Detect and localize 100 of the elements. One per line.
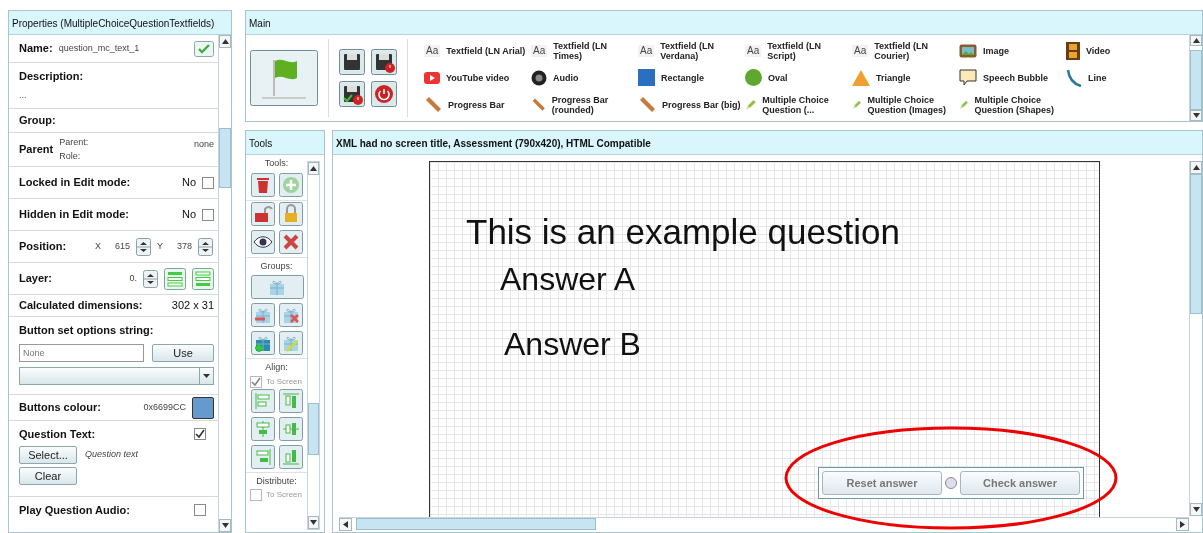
palette-item[interactable]: Multiple Choice Question (Images): [850, 91, 957, 118]
parent-label: Parent:: [59, 136, 90, 149]
panel-title: Tools: [246, 131, 324, 155]
answer-text: Answer A: [500, 263, 636, 295]
align-top-icon[interactable]: [278, 388, 303, 413]
palette-item[interactable]: Line: [1064, 64, 1171, 91]
padlock-icon[interactable]: [250, 201, 275, 226]
question-text: This is an example question: [466, 214, 900, 249]
left-arrow-icon[interactable]: [343, 521, 348, 528]
section-label: Groups:: [259, 259, 294, 273]
up-arrow-icon[interactable]: [310, 166, 317, 171]
palette-item[interactable]: Progress Bar (big): [636, 91, 743, 118]
scrollbar-thumb[interactable]: [308, 403, 319, 455]
checkbox[interactable]: [202, 208, 214, 221]
palette-item[interactable]: Speech Bubble: [957, 64, 1064, 91]
checkbox[interactable]: [194, 428, 206, 441]
send-backward-icon[interactable]: [192, 267, 214, 290]
select-button[interactable]: Select...: [19, 445, 77, 464]
parent-value: none: [193, 138, 214, 151]
caret-icon[interactable]: [203, 373, 210, 378]
spinner-icon[interactable]: [136, 237, 152, 256]
scrollbar-thumb[interactable]: [219, 128, 231, 188]
colour-swatch[interactable]: [192, 396, 214, 419]
textfield-icon: Aa: [852, 44, 869, 57]
save-check-close-icon[interactable]: [339, 81, 365, 107]
field-label: Calculated dimensions:: [19, 298, 144, 314]
up-arrow-icon[interactable]: [221, 39, 229, 44]
field-value: No: [181, 207, 196, 223]
palette-item[interactable]: Aa Textfield (LN Arial): [422, 37, 529, 64]
eye-icon[interactable]: [250, 229, 275, 254]
gift-pencil-icon[interactable]: [278, 331, 303, 355]
checkbox[interactable]: [194, 504, 206, 516]
scrollbar-thumb[interactable]: [1190, 174, 1202, 314]
field-label: Locked in Edit mode:: [19, 175, 132, 191]
align-right-icon[interactable]: [250, 444, 275, 469]
confirm-check-icon[interactable]: [194, 40, 214, 57]
down-arrow-icon[interactable]: [310, 520, 317, 525]
scrollbar-thumb[interactable]: [356, 518, 596, 530]
plus-icon[interactable]: [278, 172, 303, 197]
gift-minus-icon[interactable]: [250, 303, 275, 327]
scrollbar[interactable]: [1189, 35, 1202, 121]
clear-button[interactable]: Clear: [19, 466, 77, 485]
gift-plus-icon[interactable]: [250, 331, 275, 355]
down-arrow-icon[interactable]: [1192, 113, 1200, 118]
field-label: Layer:: [19, 271, 54, 287]
save-icon[interactable]: [339, 49, 365, 75]
field-label: Button set options string:: [19, 323, 155, 338]
palette-item[interactable]: Audio: [529, 64, 636, 91]
power-icon[interactable]: [371, 81, 397, 107]
y-label: Y: [157, 239, 164, 253]
dropdown-field[interactable]: [19, 366, 214, 385]
palette-item[interactable]: Image: [957, 37, 1064, 64]
palette-item[interactable]: YouTube video: [422, 64, 529, 91]
gift-icon[interactable]: [250, 275, 304, 299]
palette-item[interactable]: Multiple Choice Question (...: [743, 91, 850, 118]
up-arrow-icon[interactable]: [1192, 165, 1200, 170]
checkbox[interactable]: [202, 176, 214, 189]
align-left-icon[interactable]: [250, 388, 275, 413]
gift-cross-icon[interactable]: [278, 303, 303, 327]
down-arrow-icon[interactable]: [221, 523, 229, 528]
cross-icon[interactable]: [278, 229, 303, 254]
spinner-icon[interactable]: [198, 237, 214, 256]
scrollbar[interactable]: [1189, 161, 1202, 516]
trash-icon[interactable]: [250, 172, 275, 197]
save-close-icon[interactable]: [371, 49, 397, 75]
textfield-icon: Aa: [745, 44, 762, 57]
scrollbar-thumb[interactable]: [1190, 50, 1202, 110]
picture-icon: [959, 43, 977, 58]
options-input[interactable]: None: [19, 343, 144, 362]
align-middle-icon[interactable]: [278, 416, 303, 441]
bring-forward-icon[interactable]: [164, 267, 186, 290]
curve-icon: [1066, 68, 1082, 87]
flag-icon[interactable]: [250, 50, 318, 106]
palette-item[interactable]: Progress Bar (rounded): [529, 91, 636, 118]
reset-answer-button[interactable]: Reset answer: [822, 471, 942, 495]
checkbox[interactable]: [250, 375, 262, 388]
use-button[interactable]: Use: [152, 343, 214, 362]
textfield-icon: Aa: [531, 44, 548, 57]
check-answer-button[interactable]: Check answer: [960, 471, 1080, 495]
palette-item[interactable]: Video: [1064, 37, 1171, 64]
checkbox[interactable]: [250, 489, 262, 501]
palette-item[interactable]: Oval: [743, 64, 850, 91]
textfield-icon: Aa: [424, 44, 441, 57]
down-arrow-icon[interactable]: [1192, 507, 1200, 512]
palette-item[interactable]: Multiple Choice Question (Shapes): [957, 91, 1064, 118]
scrollbar[interactable]: [307, 161, 320, 530]
align-center-icon[interactable]: [250, 416, 275, 441]
up-arrow-icon[interactable]: [1192, 38, 1200, 43]
palette-item[interactable]: Triangle: [850, 64, 957, 91]
radio-icon: [945, 477, 957, 489]
scrollbar[interactable]: [218, 35, 231, 532]
right-arrow-icon[interactable]: [1180, 521, 1185, 528]
palette-item[interactable]: Rectangle: [636, 64, 743, 91]
palette-item[interactable]: Progress Bar: [422, 91, 529, 118]
align-bottom-icon[interactable]: [278, 444, 303, 469]
spinner-icon[interactable]: [143, 269, 158, 288]
rectangle-icon: [638, 69, 655, 86]
description-value: ...: [19, 88, 27, 102]
panel-title: Properties (MultipleChoiceQuestionTextfields): [9, 11, 231, 35]
scrollbar[interactable]: [339, 517, 1189, 530]
